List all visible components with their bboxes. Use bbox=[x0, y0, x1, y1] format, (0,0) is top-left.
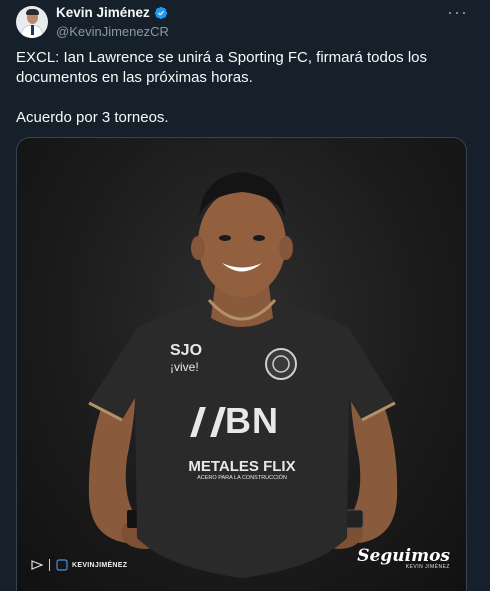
watermark-right: Seguimos KEVIN JIMÉNEZ bbox=[357, 546, 450, 570]
play-logo-icon bbox=[31, 560, 43, 570]
kj-logo-icon bbox=[56, 559, 68, 571]
author-name-row: Kevin Jiménez bbox=[56, 5, 168, 20]
avatar[interactable] bbox=[16, 6, 48, 38]
tweet-paragraph-2: Acuerdo por 3 torneos. bbox=[16, 109, 169, 126]
tweet: Kevin Jiménez @KevinJimenezCR ··· EXCL: … bbox=[0, 0, 490, 591]
watermark-left: KEVINJIMÉNEZ bbox=[31, 559, 127, 571]
jersey-bottom-sponsor-text: METALES FLIX bbox=[188, 458, 296, 475]
jersey-bottom-sponsor: METALES FLIX ACERO PARA LA CONSTRUCCIÓN bbox=[172, 458, 312, 481]
author-handle[interactable]: @KevinJimenezCR bbox=[56, 24, 169, 39]
jersey-bottom-sponsor-sub: ACERO PARA LA CONSTRUCCIÓN bbox=[197, 475, 287, 481]
tweet-media-image[interactable]: SJO ¡vive! BN METALES FLIX ACERO PARA LA… bbox=[16, 137, 467, 591]
watermark-left-text: KEVINJIMÉNEZ bbox=[72, 561, 128, 569]
jersey-main-sponsor-text: BN bbox=[225, 400, 279, 441]
tweet-text: EXCL: Ian Lawrence se unirá a Sporting F… bbox=[16, 48, 476, 128]
verified-badge-icon bbox=[154, 6, 167, 19]
watermark-right-text: Seguimos bbox=[357, 546, 450, 566]
jersey-sponsor-top: SJO ¡vive! bbox=[170, 343, 202, 375]
tweet-paragraph-1: EXCL: Ian Lawrence se unirá a Sporting F… bbox=[16, 49, 428, 86]
more-options-icon[interactable]: ··· bbox=[447, 2, 468, 23]
jersey-main-sponsor: BN bbox=[190, 400, 279, 442]
player-photo bbox=[88, 172, 398, 578]
watermark-separator bbox=[49, 559, 50, 571]
jersey-sponsor-top-sub: ¡vive! bbox=[170, 360, 199, 374]
author-display-name[interactable]: Kevin Jiménez bbox=[56, 5, 150, 20]
jersey-sponsor-top-text: SJO bbox=[170, 342, 203, 359]
